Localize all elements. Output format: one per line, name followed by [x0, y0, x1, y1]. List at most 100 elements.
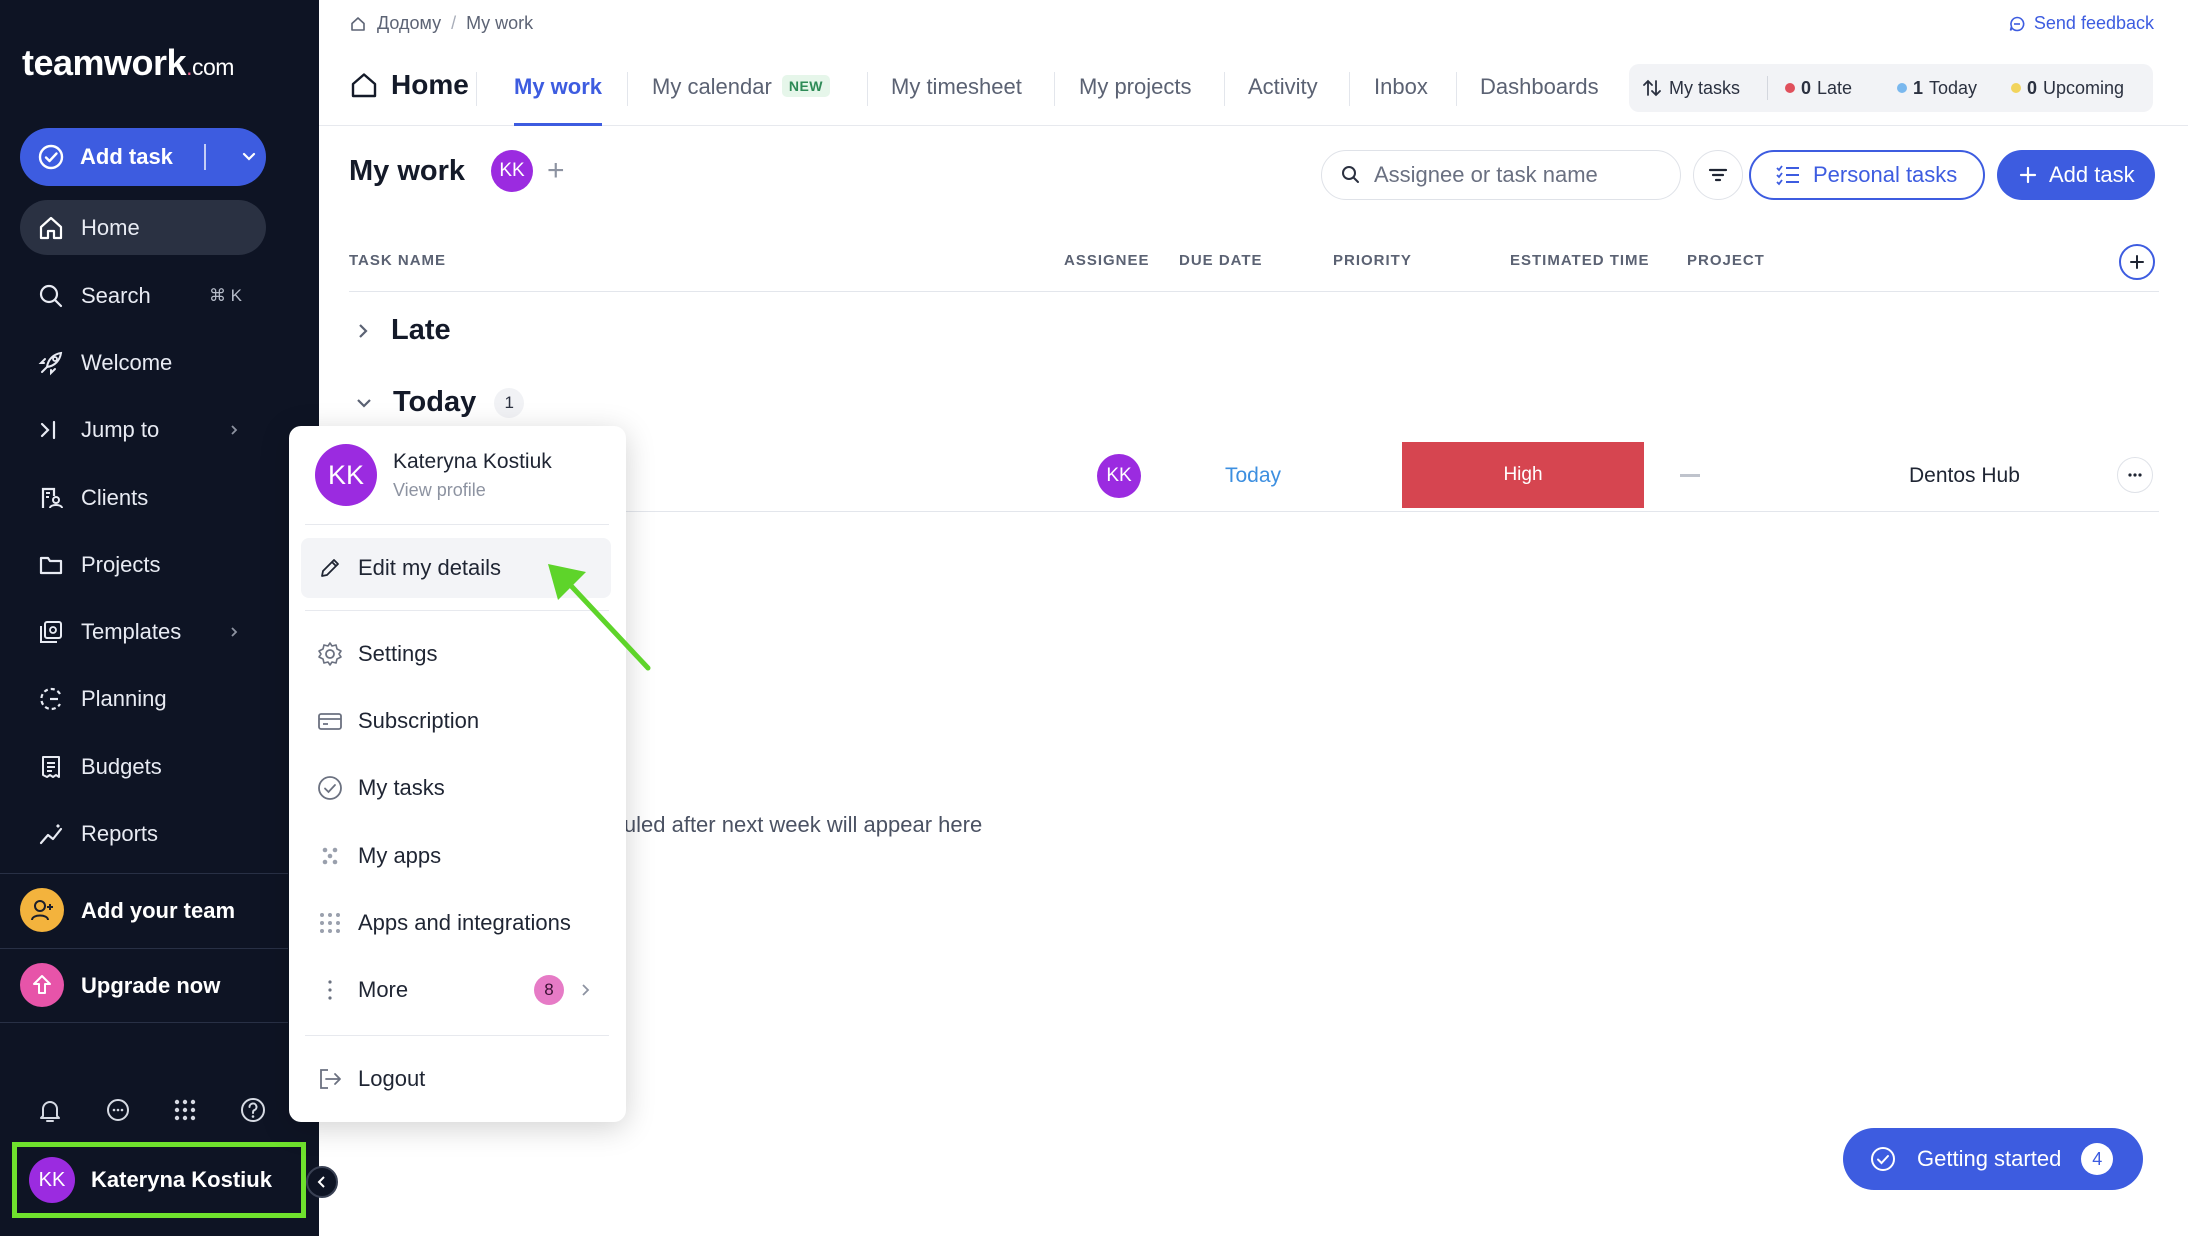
menu-item-label: Apps and integrations — [358, 910, 571, 935]
menu-item-more[interactable]: More 8 — [301, 960, 611, 1020]
sidebar-item-templates[interactable]: Templates — [20, 604, 266, 659]
sidebar-item-projects[interactable]: Projects — [20, 537, 266, 592]
avatar[interactable]: KK — [491, 150, 534, 192]
sidebar-item-home[interactable]: Home — [20, 200, 266, 255]
plus-icon — [2019, 166, 2037, 184]
sidebar: teamwork.com Add task Home Search ⌘ K We… — [0, 0, 319, 1236]
group-late[interactable]: Late — [353, 314, 451, 347]
group-count-badge: 1 — [494, 387, 525, 418]
upcoming-count[interactable]: 0 Upcoming — [2011, 78, 2124, 99]
project-name[interactable]: Dentos Hub — [1909, 464, 2020, 488]
column-header-priority[interactable]: PRIORITY — [1333, 252, 1412, 269]
my-tasks-sort[interactable]: My tasks — [1641, 77, 1740, 99]
tab-activity[interactable]: Activity — [1248, 74, 1318, 126]
tab-inbox[interactable]: Inbox — [1374, 74, 1428, 126]
menu-item-label: Settings — [358, 641, 438, 666]
tab-dashboards[interactable]: Dashboards — [1480, 74, 1599, 126]
sidebar-item-jump-to[interactable]: Jump to — [20, 402, 266, 457]
tab-my-timesheet[interactable]: My timesheet — [891, 74, 1022, 126]
menu-item-subscription[interactable]: Subscription — [301, 691, 611, 751]
sidebar-item-label: Home — [81, 214, 140, 240]
upgrade-avatar[interactable] — [20, 963, 64, 1007]
tab-divider — [1349, 72, 1350, 106]
collapse-sidebar-button[interactable] — [306, 1166, 338, 1198]
teamwork-logo[interactable]: teamwork.com — [22, 42, 234, 84]
search-icon — [39, 284, 63, 307]
chat-icon[interactable] — [102, 1094, 134, 1126]
sidebar-add-task-button[interactable]: Add task — [20, 128, 266, 186]
late-label: Late — [1817, 77, 1853, 98]
group-label: Late — [391, 314, 451, 346]
send-feedback-link[interactable]: Send feedback — [2008, 13, 2154, 34]
chevron-down-icon[interactable] — [238, 146, 260, 168]
today-dot — [1897, 83, 1907, 93]
new-badge: NEW — [781, 75, 831, 97]
upgrade-now-button[interactable]: Upgrade now — [81, 973, 220, 999]
breadcrumb: Додому / My work — [349, 13, 533, 34]
sidebar-item-label: Jump to — [81, 416, 160, 442]
search-input[interactable]: Assignee or task name — [1321, 150, 1681, 200]
sidebar-item-reports[interactable]: Reports — [20, 806, 266, 861]
menu-item-my-tasks[interactable]: My tasks — [301, 758, 611, 818]
row-more-button[interactable] — [2117, 457, 2153, 493]
tab-divider — [1054, 72, 1055, 106]
sidebar-item-budgets[interactable]: Budgets — [20, 739, 266, 794]
sidebar-item-label: Budgets — [81, 753, 162, 779]
tab-my-calendar[interactable]: My calendar NEW — [652, 74, 831, 126]
getting-started-button[interactable]: Getting started 4 — [1843, 1128, 2143, 1190]
column-header-assignee[interactable]: ASSIGNEE — [1064, 252, 1150, 269]
column-header-due-date[interactable]: DUE DATE — [1179, 252, 1263, 269]
user-menu: KK Kateryna Kostiuk View profile Edit my… — [289, 426, 626, 1122]
sidebar-item-clients[interactable]: Clients — [20, 470, 266, 525]
menu-item-logout[interactable]: Logout — [301, 1049, 611, 1109]
breadcrumb-home-link[interactable]: Додому — [377, 13, 441, 34]
getting-started-count: 4 — [2081, 1143, 2114, 1175]
user-menu-header[interactable]: KK Kateryna Kostiuk View profile — [315, 444, 552, 506]
assignee-avatar[interactable]: KK — [1097, 454, 1141, 498]
late-count[interactable]: 0 Late — [1785, 78, 1852, 99]
column-header-estimated-time[interactable]: ESTIMATED TIME — [1510, 252, 1650, 269]
tab-home[interactable]: Home — [349, 69, 469, 101]
personal-tasks-button[interactable]: Personal tasks — [1749, 150, 1985, 200]
sidebar-item-planning[interactable]: Planning — [20, 671, 266, 726]
today-count[interactable]: 1 Today — [1897, 78, 1977, 99]
add-task-label: Add task — [2049, 162, 2135, 187]
search-icon — [1342, 166, 1359, 183]
sidebar-item-welcome[interactable]: Welcome — [20, 335, 266, 390]
menu-item-my-apps[interactable]: My apps — [301, 826, 611, 886]
view-profile-link[interactable]: View profile — [393, 480, 552, 501]
menu-item-label: Edit my details — [358, 555, 502, 580]
app-grid-icon[interactable] — [169, 1094, 201, 1126]
tab-divider — [1224, 72, 1225, 106]
add-member-button[interactable]: + — [547, 154, 565, 188]
today-count-value: 1 — [1913, 77, 1924, 98]
add-team-avatar[interactable] — [20, 888, 64, 932]
estimated-time-empty[interactable] — [1680, 474, 1700, 477]
add-column-button[interactable] — [2119, 244, 2155, 280]
column-header-task-name[interactable]: TASK NAME — [349, 252, 446, 269]
menu-item-apps-and-integrations[interactable]: Apps and integrations — [301, 893, 611, 953]
add-task-button[interactable]: Add task — [1997, 150, 2155, 200]
tab-home-label: Home — [391, 69, 469, 100]
task-summary-bar[interactable]: My tasks 0 Late 1 Today 0 Upcoming — [1629, 64, 2153, 112]
priority-cell[interactable]: High — [1402, 442, 1644, 508]
sidebar-divider — [0, 873, 288, 874]
tab-my-work[interactable]: My work — [514, 74, 603, 126]
filter-button[interactable] — [1693, 150, 1743, 200]
user-profile-button[interactable]: KK Kateryna Kostiuk — [12, 1142, 306, 1218]
user-name: Kateryna Kostiuk — [393, 449, 552, 473]
tab-label: Activity — [1248, 74, 1318, 99]
column-header-project[interactable]: PROJECT — [1687, 252, 1765, 269]
menu-item-label: My tasks — [358, 775, 445, 800]
add-team-button[interactable]: Add your team — [81, 898, 235, 924]
help-icon[interactable] — [237, 1094, 269, 1126]
sidebar-item-search[interactable]: Search ⌘ K — [20, 268, 266, 323]
page-header: My work KK + — [349, 150, 565, 192]
group-today[interactable]: Today 1 — [353, 386, 525, 419]
bell-icon[interactable] — [34, 1094, 66, 1126]
due-date[interactable]: Today — [1225, 464, 1281, 488]
keyboard-shortcut-hint: ⌘ K — [208, 285, 242, 305]
menu-item-label: My apps — [358, 843, 442, 868]
priority-label: High — [1503, 464, 1543, 485]
tab-my-projects[interactable]: My projects — [1079, 74, 1191, 126]
